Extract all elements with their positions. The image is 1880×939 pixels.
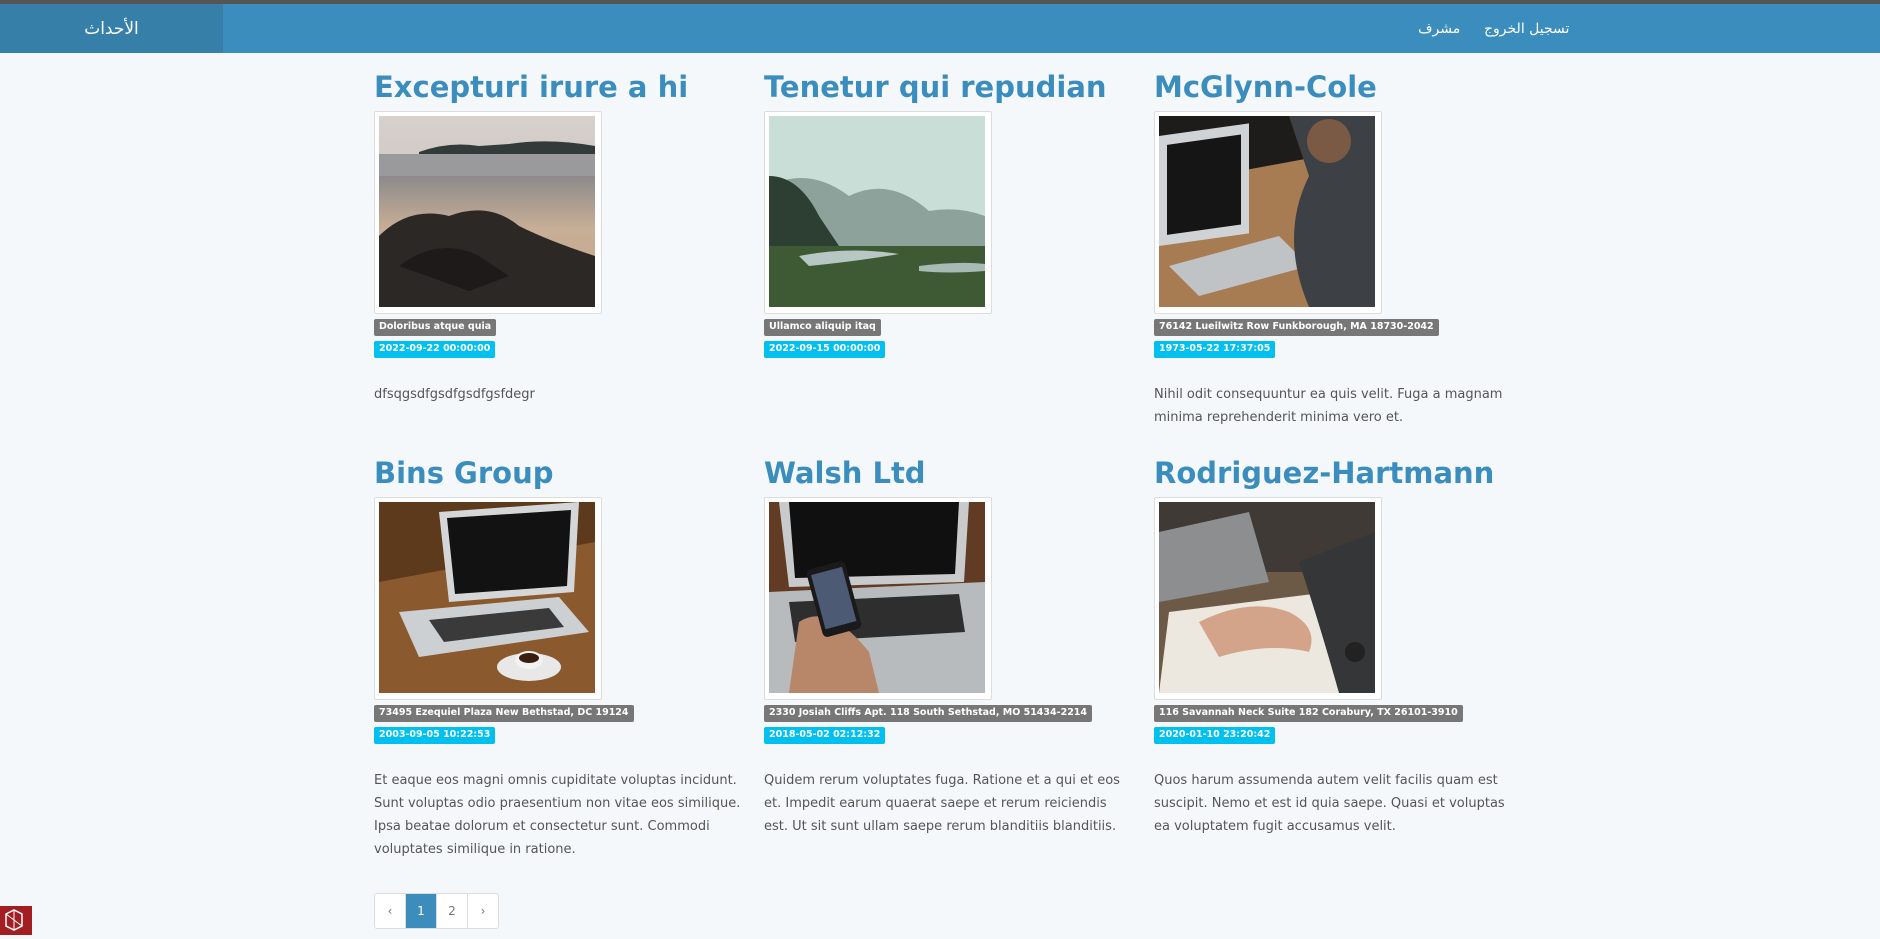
location-badge: 76142 Lueilwitz Row Funkborough, MA 1873… xyxy=(1154,318,1439,336)
event-description: Quos harum assumenda autem velit facilis… xyxy=(1154,772,1505,834)
event-title[interactable]: McGlynn-Cole xyxy=(1154,70,1524,105)
location-badge: Doloribus atque quia xyxy=(374,318,497,336)
event-thumbnail[interactable] xyxy=(764,110,992,314)
laptop-person-photo xyxy=(1159,115,1375,307)
event-thumbnail[interactable] xyxy=(1154,110,1382,314)
beach-rocks-photo xyxy=(379,115,595,307)
date-badge: 1973-05-22 17:37:05 xyxy=(1154,340,1276,358)
location-badge: 116 Savannah Neck Suite 182 Corabury, TX… xyxy=(1154,704,1463,722)
event-card: Excepturi irure a hi Doloribus atque qui… xyxy=(374,70,744,406)
event-card: Walsh Ltd 2330 Josiah Cliffs Apt. 118 So… xyxy=(764,456,1134,838)
event-card: Bins Group 73495 Ezequiel Plaza New Beth… xyxy=(374,456,744,861)
river-valley-photo xyxy=(769,115,985,307)
event-thumbnail[interactable] xyxy=(764,496,992,700)
pagination: ‹ 1 2 › xyxy=(374,893,499,929)
debug-toolbar-icon[interactable] xyxy=(0,906,32,935)
pagination-next[interactable]: › xyxy=(467,894,498,928)
event-description: dfsqgsdfgsdfgsdfgsfdegr xyxy=(374,386,535,402)
event-thumbnail[interactable] xyxy=(374,110,602,314)
event-thumbnail[interactable] xyxy=(1154,496,1382,700)
laravel-logo-icon xyxy=(5,909,23,931)
event-card: Rodriguez-Hartmann 116 Savannah Neck Sui… xyxy=(1154,456,1524,838)
date-badge: 2022-09-15 00:00:00 xyxy=(764,340,886,358)
navbar: الأحداث تسجيل الخروج مشرف xyxy=(0,4,1880,53)
writing-notebook-photo xyxy=(1159,501,1375,693)
event-card: Tenetur qui repudian Ullamco aliquip ita… xyxy=(764,70,1134,383)
location-badge: 2330 Josiah Cliffs Apt. 118 South Sethst… xyxy=(764,704,1093,722)
event-title[interactable]: Rodriguez-Hartmann xyxy=(1154,456,1524,491)
location-badge: Ullamco aliquip itaq xyxy=(764,318,881,336)
date-badge: 2018-05-02 02:12:32 xyxy=(764,726,886,744)
event-card: McGlynn-Cole 76142 Lueilwitz Row Funkbor… xyxy=(1154,70,1524,429)
event-title[interactable]: Bins Group xyxy=(374,456,744,491)
logout-link[interactable]: تسجيل الخروج xyxy=(1484,4,1569,53)
location-badge: 73495 Ezequiel Plaza New Bethstad, DC 19… xyxy=(374,704,634,722)
laptop-coffee-photo xyxy=(379,501,595,693)
event-description: Et eaque eos magni omnis cupiditate volu… xyxy=(374,772,741,857)
event-title[interactable]: Tenetur qui repudian xyxy=(764,70,1134,105)
event-description: Nihil odit consequuntur ea quis velit. F… xyxy=(1154,386,1503,425)
date-badge: 2003-09-05 10:22:53 xyxy=(374,726,496,744)
event-description: Quidem rerum voluptates fuga. Ratione et… xyxy=(764,772,1120,834)
pagination-page-2[interactable]: 2 xyxy=(436,894,467,928)
pagination-page-1[interactable]: 1 xyxy=(405,894,436,928)
admin-link[interactable]: مشرف xyxy=(1418,4,1460,53)
date-badge: 2022-09-22 00:00:00 xyxy=(374,340,496,358)
event-title[interactable]: Walsh Ltd xyxy=(764,456,1134,491)
phone-laptop-photo xyxy=(769,501,985,693)
pagination-prev[interactable]: ‹ xyxy=(375,894,405,928)
brand-title[interactable]: الأحداث xyxy=(0,4,223,53)
event-thumbnail[interactable] xyxy=(374,496,602,700)
date-badge: 2020-01-10 23:20:42 xyxy=(1154,726,1276,744)
event-title[interactable]: Excepturi irure a hi xyxy=(374,70,744,105)
